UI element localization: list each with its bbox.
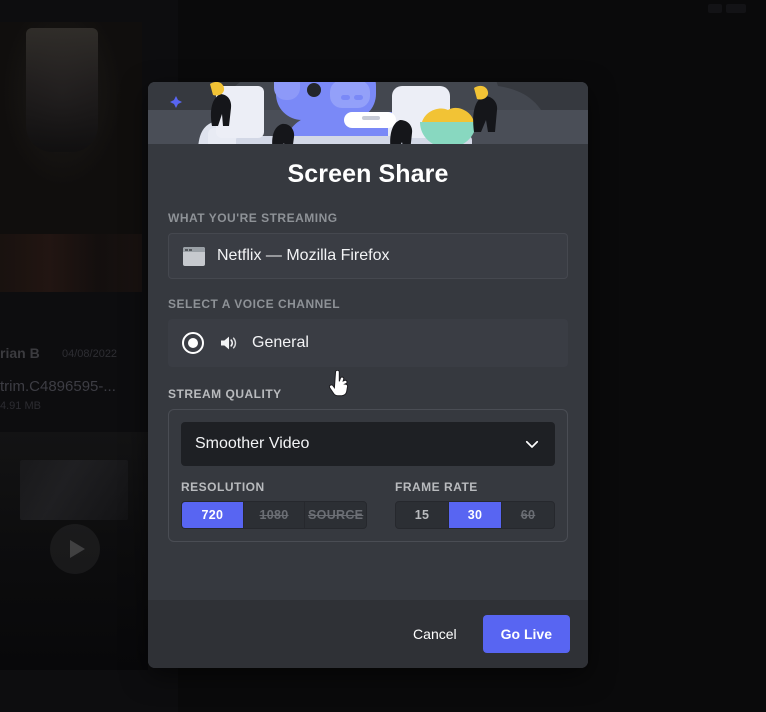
voice-channel-name: General	[252, 334, 309, 351]
window-icon	[183, 246, 205, 266]
frame-rate-option-15[interactable]: 15	[396, 502, 449, 528]
resolution-label: RESOLUTION	[181, 480, 265, 494]
resolution-group: RESOLUTION 720 1080 SOURCE	[181, 480, 367, 529]
resolution-option-720[interactable]: 720	[182, 502, 244, 528]
video-thumbnail	[20, 460, 128, 520]
screen-share-dialog: Screen Share WHAT YOU'RE STREAMING Netfl…	[148, 82, 588, 668]
dialog-footer: Cancel Go Live	[148, 600, 588, 668]
screen-root: rian B 04/08/2022 trim.C4896595-... 4.91…	[0, 0, 766, 712]
resolution-segmented-control: 720 1080 SOURCE	[181, 501, 367, 529]
resolution-option-source: SOURCE	[305, 502, 366, 528]
frame-rate-segmented-control: 15 30 60	[395, 501, 555, 529]
background-video-attachment	[0, 432, 148, 670]
radio-selected-icon[interactable]	[182, 332, 204, 354]
quality-segment-groups: RESOLUTION 720 1080 SOURCE FRAME RATE 15…	[181, 480, 555, 529]
frame-rate-option-30[interactable]: 30	[449, 502, 502, 528]
quality-preset-value: Smoother Video	[195, 435, 310, 452]
stream-quality-panel: Smoother Video RESOLUTION 720 1080 SOURC…	[168, 409, 568, 542]
voice-channel-option-general[interactable]: General	[168, 319, 568, 367]
message-timestamp: 04/08/2022	[62, 348, 118, 360]
streaming-source-field[interactable]: Netflix — Mozilla Firefox	[168, 233, 568, 279]
attachment-filename: trim.C4896595-...	[0, 378, 116, 395]
attachment-filesize: 4.91 MB	[0, 400, 41, 412]
close-icon[interactable]	[546, 94, 576, 124]
message-author: rian B	[0, 345, 40, 361]
dialog-title: Screen Share	[287, 160, 449, 188]
screen-share-illustration	[148, 82, 588, 144]
stream-quality-section-label: STREAM QUALITY	[168, 387, 282, 401]
cancel-button[interactable]: Cancel	[397, 617, 473, 651]
titlebar-chip	[708, 4, 722, 13]
titlebar-chip	[726, 4, 746, 13]
streaming-source-name: Netflix — Mozilla Firefox	[217, 247, 390, 264]
background-photo-attachment	[0, 22, 142, 234]
streaming-section-label: WHAT YOU'RE STREAMING	[168, 211, 338, 225]
frame-rate-option-60: 60	[502, 502, 554, 528]
go-live-button[interactable]: Go Live	[482, 615, 570, 653]
background-photo-attachment-secondary	[0, 234, 142, 292]
frame-rate-group: FRAME RATE 15 30 60	[395, 480, 555, 529]
chevron-down-icon[interactable]	[523, 435, 541, 453]
play-icon	[50, 524, 100, 574]
frame-rate-label: FRAME RATE	[395, 480, 478, 494]
quality-preset-select[interactable]: Smoother Video	[181, 422, 555, 466]
voice-channel-section-label: SELECT A VOICE CHANNEL	[168, 297, 341, 311]
resolution-option-1080: 1080	[243, 502, 306, 528]
speaker-icon	[218, 334, 238, 352]
dialog-body: WHAT YOU'RE STREAMING Netflix — Mozilla …	[148, 189, 588, 542]
